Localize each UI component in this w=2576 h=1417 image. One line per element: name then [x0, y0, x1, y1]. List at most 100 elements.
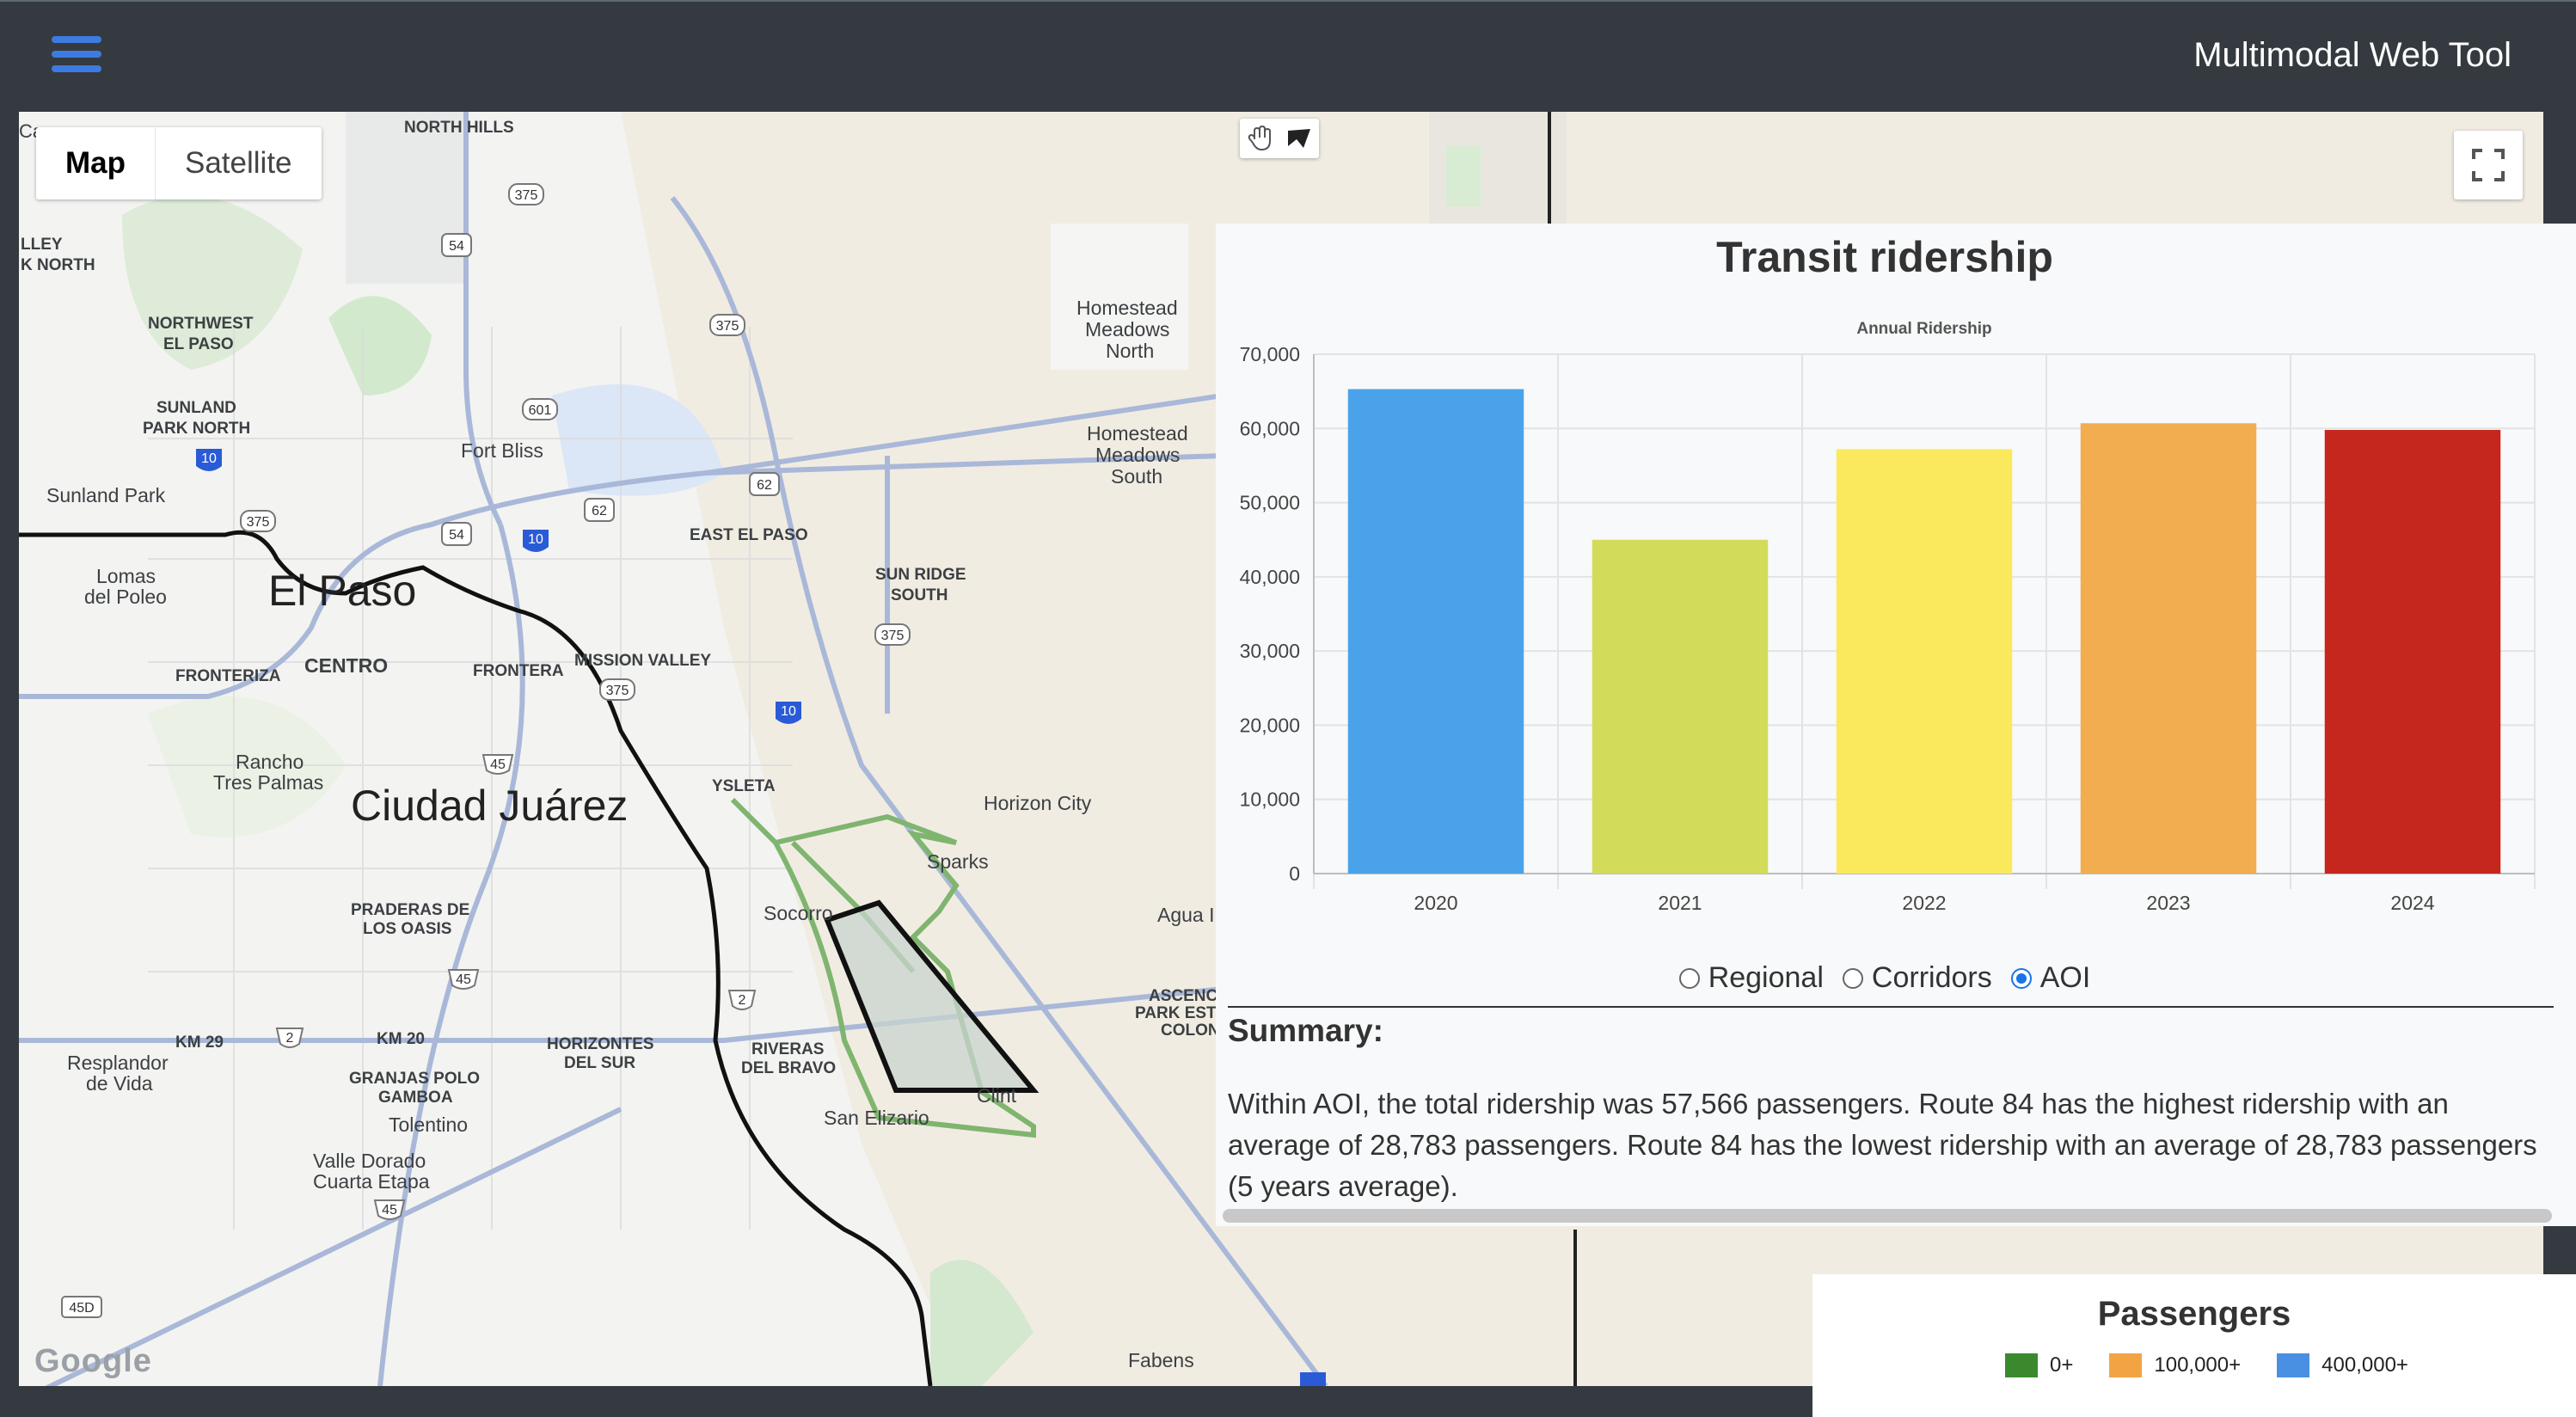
drawing-toolbar	[1240, 119, 1319, 158]
legend-label: 0+	[2050, 1353, 2074, 1377]
svg-text:2: 2	[286, 1031, 294, 1046]
radio-aoi[interactable]: AOI	[2010, 961, 2091, 995]
legend-label: 100,000+	[2154, 1353, 2242, 1377]
svg-text:2: 2	[739, 993, 746, 1008]
bottom-bar	[0, 1386, 1812, 1417]
label-north-hills: NORTH HILLS	[404, 119, 514, 137]
svg-text:10: 10	[201, 451, 217, 466]
svg-text:375: 375	[515, 188, 538, 203]
label-fronteriza: FRONTERIZA	[175, 667, 281, 685]
svg-text:45D: 45D	[69, 1301, 94, 1316]
summary-title: Summary:	[1228, 1013, 1383, 1048]
legend-label: 400,000+	[2321, 1353, 2408, 1377]
x-tick-label: 2023	[2146, 892, 2190, 914]
svg-text:54: 54	[449, 239, 464, 254]
summary-text: Within AOI, the total ridership was 57,5…	[1228, 1088, 2537, 1202]
svg-text:375: 375	[606, 684, 629, 698]
radio-regional[interactable]: Regional	[1678, 961, 1824, 995]
svg-text:54: 54	[449, 528, 464, 543]
chart-title: Annual Ridership	[1856, 320, 1991, 338]
hamburger-icon[interactable]	[52, 36, 101, 79]
svg-text:601: 601	[529, 403, 552, 418]
legend-title: Passengers	[2097, 1295, 2291, 1333]
bar-2023	[2080, 423, 2257, 874]
x-tick-label: 2021	[1658, 892, 1702, 914]
legend-item-100k: 100,000+	[2109, 1353, 2241, 1377]
google-logo: Google	[34, 1343, 152, 1379]
label-mission-valley: MISSION VALLEY	[574, 652, 711, 670]
x-tick-label: 2022	[1902, 892, 1946, 914]
radio-corridors-label: Corridors	[1871, 961, 1992, 994]
summary-divider	[1228, 1006, 2554, 1008]
label-km20: KM 20	[377, 1030, 425, 1048]
label-san-elizario: San Elizario	[824, 1107, 929, 1129]
svg-text:375: 375	[247, 515, 270, 530]
radio-corridors[interactable]: Corridors	[1842, 961, 1992, 995]
svg-text:Valle DoradoCuarta Etapa: Valle Dorado Cuarta Etapa	[313, 1150, 430, 1193]
radio-regional-label: Regional	[1708, 961, 1824, 994]
fullscreen-button[interactable]	[2454, 131, 2523, 199]
label-sparks: Sparks	[927, 850, 989, 873]
label-ysleta: YSLETA	[712, 777, 776, 795]
horizontal-scrollbar[interactable]	[1223, 1209, 2552, 1223]
bar-2021	[1592, 539, 1769, 874]
svg-text:45: 45	[456, 972, 471, 987]
y-tick-label: 30,000	[1240, 640, 1300, 662]
map-type-control: Map Satellite	[36, 127, 322, 199]
svg-text:10: 10	[781, 704, 796, 719]
svg-text:62: 62	[757, 478, 772, 493]
svg-text:Lomasdel Poleo: Lomas del Poleo	[84, 565, 167, 608]
radio-regional-button[interactable]	[1678, 967, 1700, 989]
app-header: Multimodal Web Tool	[0, 0, 2576, 112]
svg-text:62: 62	[592, 504, 607, 518]
svg-text:375: 375	[881, 629, 905, 643]
map-type-map-button[interactable]: Map	[36, 127, 156, 199]
svg-text:375: 375	[716, 319, 739, 334]
legend-swatch	[2109, 1353, 2143, 1377]
label-sunland-park: Sunland Park	[46, 484, 166, 506]
label-agua: Agua I	[1157, 904, 1215, 926]
x-tick-label: 2024	[2390, 892, 2434, 914]
bar-2022	[1836, 449, 2013, 874]
y-tick-label: 0	[1289, 862, 1300, 885]
passengers-legend: Passengers 0+ 100,000+ 400,000+	[1812, 1274, 2576, 1417]
y-tick-label: 10,000	[1240, 788, 1300, 811]
legend-item-400k: 400,000+	[2277, 1353, 2408, 1377]
label-fabens: Fabens	[1128, 1349, 1194, 1371]
label-east-el-paso: EAST EL PASO	[690, 526, 808, 544]
app-title: Multimodal Web Tool	[2193, 36, 2512, 74]
map-type-satellite-button[interactable]: Satellite	[156, 127, 322, 199]
hand-icon[interactable]	[1240, 119, 1279, 158]
polygon-icon[interactable]	[1279, 119, 1319, 158]
y-tick-label: 60,000	[1240, 417, 1300, 439]
label-frontera: FRONTERA	[473, 662, 564, 680]
radio-aoi-label: AOI	[2039, 961, 2091, 994]
svg-text:10: 10	[528, 532, 543, 547]
ridership-bar-chart: Annual Ridership 0 10,000 20,000 30,000 40,00…	[1240, 320, 2536, 914]
label-km29: KM 29	[175, 1034, 224, 1052]
panel-title: Transit ridership	[1716, 233, 2053, 281]
scope-radio-group: Regional Corridors AOI	[1216, 961, 2554, 995]
legend-item-0: 0+	[2005, 1353, 2073, 1377]
label-clint: Clint	[977, 1084, 1017, 1107]
label-fort-bliss: Fort Bliss	[461, 439, 543, 462]
x-tick-label: 2020	[1414, 892, 1457, 914]
radio-aoi-button[interactable]	[2010, 967, 2032, 989]
y-tick-label: 40,000	[1240, 566, 1300, 588]
y-tick-label: 20,000	[1240, 714, 1300, 736]
y-tick-label: 50,000	[1240, 492, 1300, 514]
label-centro: CENTRO	[304, 654, 388, 677]
radio-corridors-button[interactable]	[1842, 967, 1863, 989]
label-horizon-city: Horizon City	[984, 792, 1092, 814]
svg-text:45: 45	[382, 1203, 397, 1218]
legend-swatch	[2277, 1353, 2310, 1377]
legend-swatch	[2005, 1353, 2038, 1377]
svg-text:RIVERASDEL BRAVO: RIVERAS DEL BRAVO	[741, 1040, 836, 1077]
fullscreen-icon	[2472, 149, 2505, 181]
bar-2020	[1347, 389, 1524, 874]
label-ciudad-juarez: Ciudad Juárez	[351, 782, 628, 830]
ridership-panel: Transit ridership Annual Ridership 0 10,00…	[1216, 224, 2576, 1226]
label-tolentino: Tolentino	[389, 1113, 468, 1136]
bar-2024	[2324, 430, 2501, 874]
label-el-paso: El Paso	[268, 567, 416, 615]
